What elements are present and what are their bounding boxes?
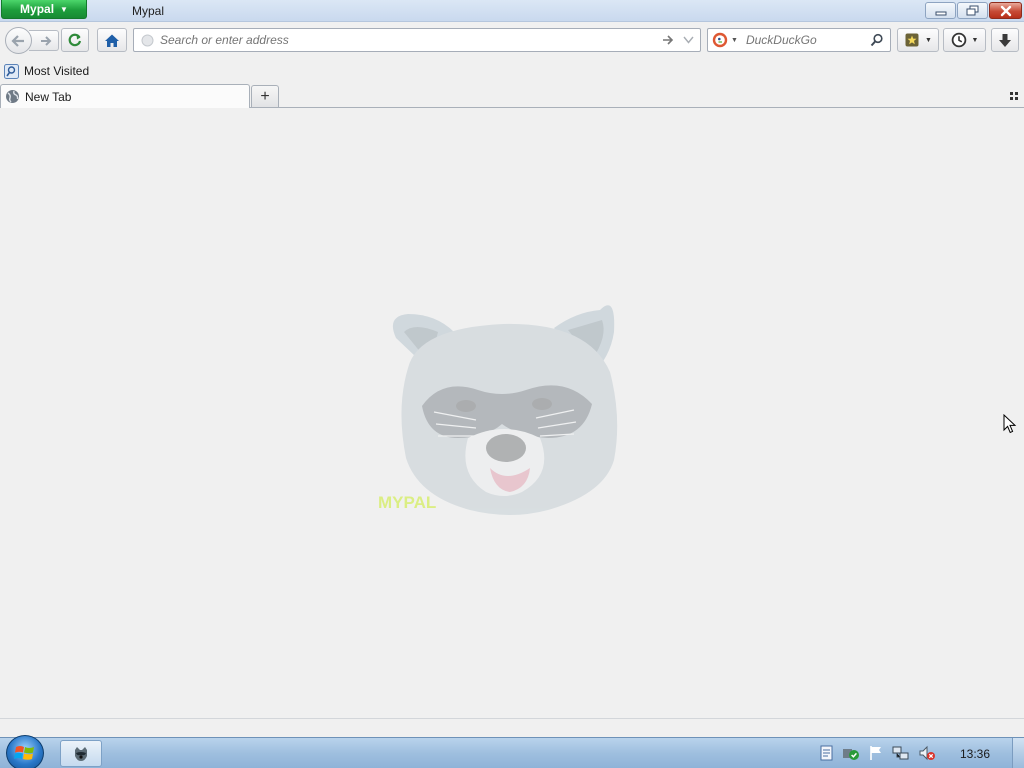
search-engine-selector[interactable]: ▼ bbox=[712, 32, 738, 48]
bookmark-most-visited[interactable]: Most Visited bbox=[4, 63, 90, 79]
site-identity-icon bbox=[141, 34, 154, 46]
system-tray bbox=[820, 745, 936, 761]
search-icon[interactable] bbox=[870, 33, 884, 47]
taskbar: 13:36 bbox=[0, 735, 1024, 768]
plus-icon: + bbox=[260, 87, 270, 105]
bookmarks-menu-button[interactable]: ▼ bbox=[897, 28, 939, 52]
raccoon-logo: MYPAL bbox=[378, 305, 618, 515]
app-menu-button[interactable]: Mypal ▼ bbox=[1, 0, 87, 19]
forward-button[interactable] bbox=[29, 30, 59, 51]
security-shield-icon[interactable] bbox=[842, 745, 860, 761]
address-bar[interactable] bbox=[133, 28, 701, 52]
notes-icon[interactable] bbox=[820, 745, 834, 761]
bookmark-label: Most Visited bbox=[24, 64, 90, 78]
status-bar bbox=[0, 718, 1024, 737]
restore-icon bbox=[966, 5, 978, 15]
chevron-down-icon: ▼ bbox=[925, 36, 932, 44]
go-arrow-icon[interactable] bbox=[661, 34, 675, 46]
restore-button[interactable] bbox=[957, 2, 988, 19]
tab-new-tab[interactable]: New Tab bbox=[0, 84, 250, 108]
history-button[interactable]: ▼ bbox=[943, 28, 986, 52]
address-input[interactable] bbox=[160, 33, 650, 47]
window-title: Mypal bbox=[132, 4, 165, 18]
new-tab-button[interactable]: + bbox=[251, 85, 279, 107]
navigation-toolbar: ▼ ▼ ▼ bbox=[0, 22, 1024, 59]
chevron-down-icon[interactable] bbox=[683, 36, 694, 44]
network-icon[interactable] bbox=[892, 745, 910, 761]
taskbar-clock[interactable]: 13:36 bbox=[960, 747, 990, 761]
most-visited-icon bbox=[4, 63, 19, 79]
chevron-down-icon: ▼ bbox=[731, 36, 738, 44]
back-button[interactable] bbox=[5, 27, 32, 54]
reload-icon bbox=[68, 33, 82, 47]
duckduckgo-icon bbox=[712, 32, 728, 48]
bookmarks-star-icon bbox=[905, 33, 919, 47]
new-tab-page: MYPAL bbox=[0, 108, 1024, 718]
mypal-watermark: MYPAL bbox=[378, 493, 436, 512]
app-menu-label: Mypal bbox=[20, 2, 55, 16]
search-input[interactable] bbox=[745, 33, 866, 47]
close-button[interactable] bbox=[989, 2, 1022, 19]
download-arrow-icon bbox=[999, 33, 1011, 47]
tab-groups-icon[interactable] bbox=[1008, 90, 1020, 102]
back-forward-group bbox=[5, 27, 59, 54]
globe-icon bbox=[6, 90, 19, 103]
flag-icon[interactable] bbox=[868, 745, 884, 761]
chevron-down-icon: ▼ bbox=[971, 36, 979, 44]
chevron-down-icon: ▼ bbox=[60, 4, 68, 14]
tab-strip: New Tab + bbox=[0, 83, 1024, 108]
close-icon bbox=[1000, 5, 1011, 16]
bookmarks-toolbar: Most Visited bbox=[0, 59, 1024, 83]
taskbar-item-mypal[interactable] bbox=[60, 740, 102, 767]
downloads-button[interactable] bbox=[991, 28, 1019, 52]
volume-muted-icon[interactable] bbox=[918, 745, 936, 761]
title-bar: Mypal ▼ Mypal bbox=[0, 0, 1024, 22]
search-bar[interactable]: ▼ bbox=[707, 28, 891, 52]
mouse-cursor-icon bbox=[1003, 414, 1017, 434]
mypal-taskbar-icon bbox=[75, 746, 87, 761]
back-arrow-icon bbox=[10, 34, 24, 47]
clock-icon bbox=[951, 32, 966, 48]
forward-arrow-icon bbox=[40, 35, 51, 46]
home-icon bbox=[105, 34, 119, 47]
start-button[interactable] bbox=[6, 735, 44, 768]
reload-button[interactable] bbox=[61, 28, 89, 52]
tab-title: New Tab bbox=[25, 89, 72, 104]
home-button[interactable] bbox=[97, 28, 127, 52]
show-desktop-button[interactable] bbox=[1012, 738, 1024, 768]
minimize-button[interactable] bbox=[925, 2, 956, 19]
minimize-icon bbox=[935, 11, 946, 15]
windows-logo-icon bbox=[14, 746, 34, 760]
